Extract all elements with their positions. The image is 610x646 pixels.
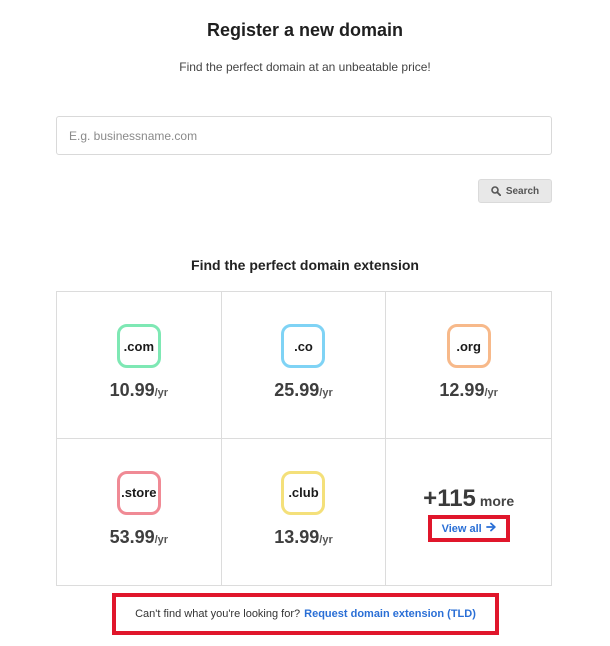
extension-card-club[interactable]: .club 13.99/yr — [222, 438, 387, 585]
extension-badge: .club — [281, 470, 326, 515]
price-value: 13.99 — [274, 526, 320, 547]
price-value: 25.99 — [274, 380, 320, 400]
search-icon — [491, 186, 501, 196]
extension-card-store[interactable]: .store 53.99/yr — [57, 438, 222, 585]
price-unit: /yr — [154, 387, 169, 399]
extension-card-com[interactable]: .com 10.99/yr — [57, 292, 222, 439]
price-unit: /yr — [154, 533, 169, 546]
price-unit: /yr — [319, 387, 333, 399]
extension-badge: .co — [281, 324, 326, 368]
price-value: 53.99 — [109, 526, 155, 547]
extension-price: 53.99/yr — [110, 527, 169, 548]
price-value: 12.99 — [439, 380, 485, 400]
extension-price: 10.99/yr — [110, 380, 169, 401]
domain-extension-grid: .com 10.99/yr .co 25.99/yr .org 12.99/yr… — [56, 291, 552, 586]
extension-badge: .org — [446, 324, 491, 368]
more-label: more — [479, 493, 515, 510]
more-extensions-card: +115 more View all — [386, 439, 551, 586]
view-all-link[interactable]: View all — [427, 515, 510, 543]
price-unit: /yr — [319, 533, 333, 546]
page-title: Register a new domain — [206, 20, 404, 40]
extension-price: 13.99/yr — [274, 527, 333, 548]
request-extension-link[interactable]: Request domain extension (TLD) — [304, 608, 476, 620]
extension-price: 12.99/yr — [439, 380, 498, 401]
extension-card-co[interactable]: .co 25.99/yr — [221, 292, 387, 439]
extension-card-org[interactable]: .org 12.99/yr — [386, 292, 551, 439]
extension-badge: .store — [116, 470, 161, 515]
arrow-right-icon — [485, 522, 496, 535]
view-all-label: View all — [441, 522, 482, 535]
search-button-label: Search — [505, 185, 540, 197]
more-count: +115 — [423, 485, 476, 513]
extensions-section-title: Find the perfect domain extension — [191, 257, 419, 273]
page-subtitle: Find the perfect domain at an unbeatable… — [179, 60, 431, 74]
more-extensions-count: +115 more — [423, 485, 514, 513]
request-prompt-text: Can't find what you're looking for? — [135, 608, 301, 620]
price-value: 10.99 — [109, 380, 155, 400]
domain-search-input[interactable] — [56, 116, 552, 155]
extension-price: 25.99/yr — [274, 380, 333, 401]
request-extension-box: Can't find what you're looking for? Requ… — [112, 593, 499, 635]
price-unit: /yr — [484, 387, 498, 399]
search-button[interactable]: Search — [478, 179, 552, 203]
extension-badge: .com — [116, 324, 161, 368]
